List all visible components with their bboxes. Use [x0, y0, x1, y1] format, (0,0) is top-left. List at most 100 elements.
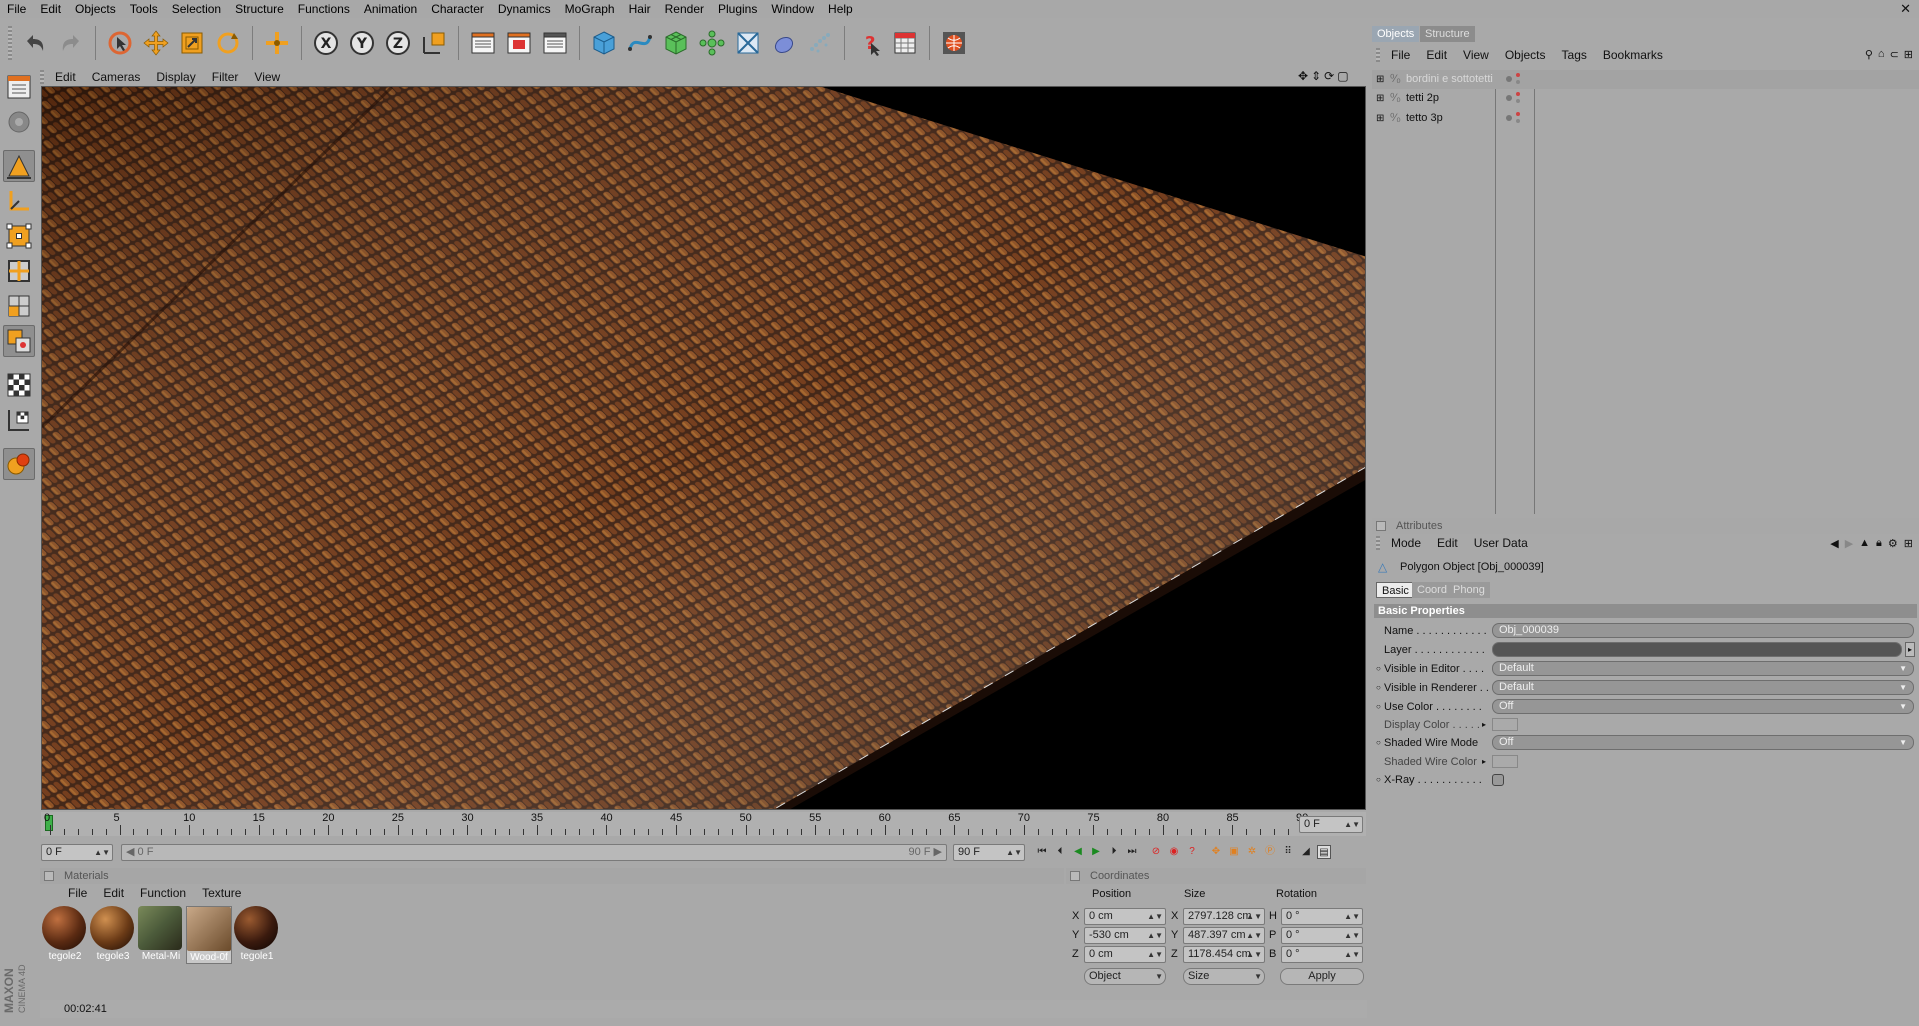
- size-z-field[interactable]: 1178.454 cm ▲▼: [1183, 946, 1265, 963]
- materials-menu-file[interactable]: File: [60, 886, 95, 900]
- checker-icon[interactable]: [3, 369, 35, 401]
- attributes-menu-mode[interactable]: Mode: [1383, 536, 1429, 550]
- up-arrow-icon[interactable]: ▲: [1859, 537, 1870, 550]
- viewport-grip[interactable]: [40, 70, 44, 84]
- panel-checkbox[interactable]: [1376, 521, 1386, 531]
- attributes-menu-user-data[interactable]: User Data: [1466, 536, 1536, 550]
- menu-window[interactable]: Window: [764, 0, 821, 18]
- help-icon[interactable]: ?: [853, 26, 885, 60]
- size-x-field[interactable]: 2797.128 cm ▲▼: [1183, 908, 1265, 925]
- x-ray-checkbox[interactable]: [1492, 774, 1504, 786]
- workplane-icon[interactable]: [3, 404, 35, 436]
- timeline-ruler[interactable]: 051015202530354045505560657075808590 0 F…: [41, 812, 1366, 836]
- apply-button[interactable]: Apply: [1280, 968, 1364, 985]
- window-close-icon[interactable]: ✕: [1900, 1, 1911, 17]
- material-swatch[interactable]: tegole3: [90, 906, 136, 964]
- menu-help[interactable]: Help: [821, 0, 860, 18]
- expand-icon[interactable]: ⊞: [1376, 89, 1384, 108]
- subdivision-surface-icon[interactable]: [660, 26, 692, 60]
- objects-menu-edit[interactable]: Edit: [1418, 48, 1455, 62]
- settings-icon[interactable]: ⚙: [1888, 537, 1898, 550]
- recent-tool-icon[interactable]: [261, 26, 293, 60]
- tab-coord[interactable]: Coord: [1412, 582, 1452, 598]
- object-row[interactable]: ⊞ ⁰⁄₀ tetto 3p: [1372, 109, 1919, 128]
- animation-dot-icon[interactable]: ○: [1376, 771, 1381, 789]
- web-icon[interactable]: [938, 26, 970, 60]
- next-key-icon[interactable]: ⏵: [1107, 845, 1121, 859]
- tab-structure[interactable]: Structure: [1420, 26, 1475, 42]
- deformer-icon[interactable]: [732, 26, 764, 60]
- pan-icon[interactable]: ✥: [1298, 69, 1308, 83]
- edges-mode-icon[interactable]: [3, 255, 35, 287]
- keyframe-selection-icon[interactable]: ?: [1185, 845, 1199, 859]
- render-to-picture-viewer-icon[interactable]: [503, 26, 535, 60]
- menu-tools[interactable]: Tools: [123, 0, 165, 18]
- objects-menu-file[interactable]: File: [1383, 48, 1418, 62]
- objects-menu-bookmarks[interactable]: Bookmarks: [1595, 48, 1671, 62]
- objects-grip[interactable]: [1376, 48, 1380, 62]
- layer-arrow-icon[interactable]: ▸: [1905, 642, 1915, 657]
- end-frame-field[interactable]: 90 F ▲▼: [953, 844, 1025, 861]
- x-axis-lock-icon[interactable]: X: [310, 26, 342, 60]
- z-axis-lock-icon[interactable]: Z: [382, 26, 414, 60]
- autokey-icon[interactable]: ◉: [1167, 845, 1181, 859]
- key-rotation-icon[interactable]: ✲: [1245, 845, 1259, 859]
- viewport-menu-cameras[interactable]: Cameras: [84, 70, 149, 84]
- array-icon[interactable]: [696, 26, 728, 60]
- shaded-wire-color-swatch[interactable]: [1492, 755, 1518, 768]
- tab-objects[interactable]: Objects: [1372, 26, 1420, 42]
- position-y-field[interactable]: -530 cm ▲▼: [1084, 927, 1166, 944]
- render-visibility-dot[interactable]: [1516, 73, 1520, 77]
- menu-plugins[interactable]: Plugins: [711, 0, 764, 18]
- play-icon[interactable]: ▶: [1089, 845, 1103, 859]
- key-pla-icon[interactable]: ⠿: [1281, 845, 1295, 859]
- 3d-viewport[interactable]: [41, 86, 1366, 810]
- render-visibility-dot[interactable]: [1516, 92, 1520, 96]
- animation-dot-icon[interactable]: ○: [1376, 660, 1381, 678]
- new-window-icon[interactable]: ⊞: [1904, 537, 1913, 550]
- y-axis-lock-icon[interactable]: Y: [346, 26, 378, 60]
- expand-arrow-icon[interactable]: ▸: [1482, 753, 1486, 771]
- size-y-field[interactable]: 487.397 cm ▲▼: [1183, 927, 1265, 944]
- render-visibility-dot[interactable]: [1516, 99, 1520, 103]
- material-swatch-selected[interactable]: Wood-0f: [186, 906, 232, 964]
- panel-checkbox[interactable]: [1070, 871, 1080, 881]
- tab-basic[interactable]: Basic: [1376, 582, 1415, 598]
- calculator-icon[interactable]: [889, 26, 921, 60]
- redo-icon[interactable]: [55, 26, 87, 60]
- menu-character[interactable]: Character: [424, 0, 491, 18]
- points-mode-icon[interactable]: [3, 220, 35, 252]
- attributes-grip[interactable]: [1376, 536, 1380, 550]
- editor-visibility-dot[interactable]: [1506, 95, 1512, 101]
- particles-icon[interactable]: [804, 26, 836, 60]
- use-color-dropdown[interactable]: Off ▼: [1492, 699, 1914, 714]
- sculpt-icon[interactable]: [3, 448, 35, 480]
- undo-icon[interactable]: [19, 26, 51, 60]
- key-scale-icon[interactable]: ▣: [1227, 845, 1241, 859]
- menu-selection[interactable]: Selection: [165, 0, 228, 18]
- home-icon[interactable]: ⌂: [1878, 48, 1885, 61]
- rotate-icon[interactable]: [212, 26, 244, 60]
- objects-menu-objects[interactable]: Objects: [1497, 48, 1554, 62]
- visible-in-renderer-dropdown[interactable]: Default ▼: [1492, 680, 1914, 695]
- object-row[interactable]: ⊞ ⁰⁄₀ bordini e sottotetti: [1372, 70, 1919, 89]
- record-icon[interactable]: ⊘: [1149, 845, 1163, 859]
- key-position-icon[interactable]: ✥: [1209, 845, 1223, 859]
- go-to-end-icon[interactable]: ⏭: [1125, 845, 1139, 859]
- start-frame-field[interactable]: 0 F ▲▼: [41, 844, 113, 861]
- menu-dynamics[interactable]: Dynamics: [491, 0, 558, 18]
- menu-mograph[interactable]: MoGraph: [558, 0, 622, 18]
- current-frame-field[interactable]: 0 F ▲▼: [1299, 816, 1363, 833]
- cube-primitive-icon[interactable]: [588, 26, 620, 60]
- scale-icon[interactable]: [176, 26, 208, 60]
- object-row[interactable]: ⊞ ⁰⁄₀ tetti 2p: [1372, 89, 1919, 108]
- key-parameter-icon[interactable]: Ⓟ: [1263, 845, 1277, 859]
- material-swatch[interactable]: tegole1: [234, 906, 280, 964]
- render-visibility-dot[interactable]: [1516, 112, 1520, 116]
- viewport-menu-view[interactable]: View: [246, 70, 288, 84]
- tab-phong[interactable]: Phong: [1448, 582, 1490, 598]
- search-icon[interactable]: ⚲: [1865, 48, 1873, 61]
- menu-structure[interactable]: Structure: [228, 0, 291, 18]
- viewport-menu-filter[interactable]: Filter: [204, 70, 247, 84]
- rotation-b-field[interactable]: 0 ° ▲▼: [1281, 946, 1363, 963]
